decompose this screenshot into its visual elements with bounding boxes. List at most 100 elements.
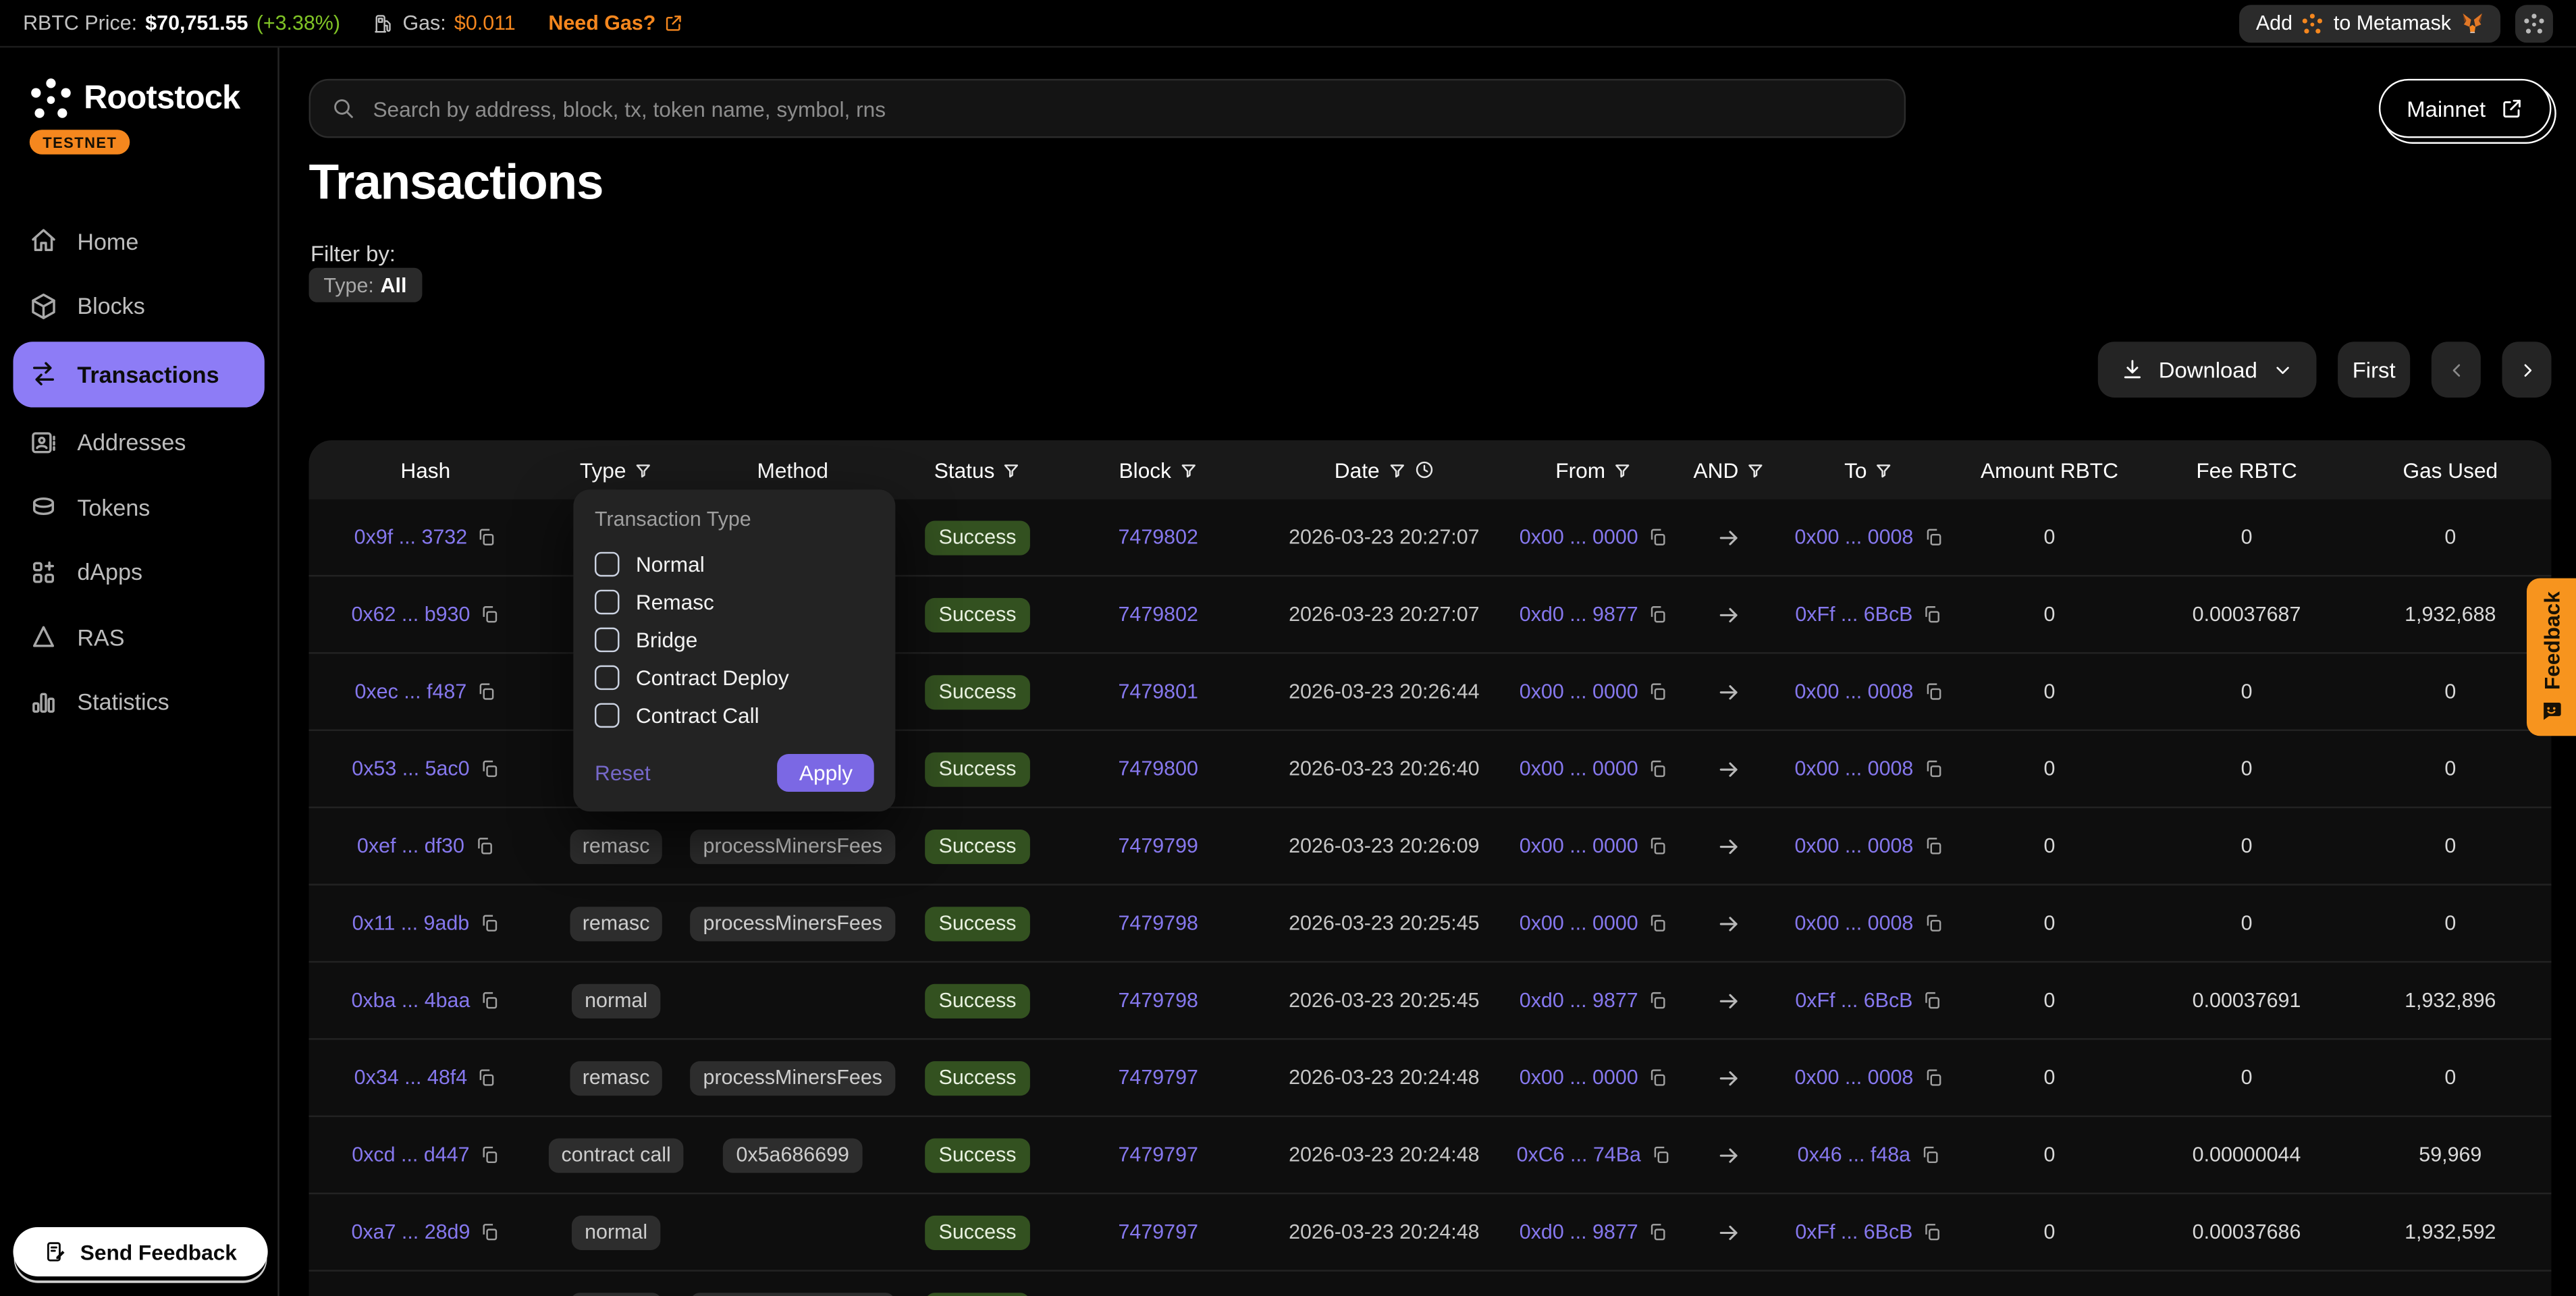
- hash-cell-link[interactable]: 0x62 ... b930: [351, 603, 470, 626]
- copy-icon[interactable]: [1648, 682, 1667, 701]
- copy-icon[interactable]: [1648, 836, 1667, 856]
- column-header-to[interactable]: To: [1783, 458, 1956, 483]
- copy-icon[interactable]: [477, 527, 497, 547]
- feedback-tab[interactable]: Feedback: [2527, 578, 2576, 736]
- copy-icon[interactable]: [1648, 605, 1667, 624]
- sidebar-item-blocks[interactable]: Blocks: [13, 276, 264, 335]
- add-to-metamask-button[interactable]: Add to Metamask: [2240, 4, 2500, 42]
- hash-cell-link[interactable]: 0xec ... f487: [355, 680, 467, 703]
- hash-cell-link[interactable]: 0x53 ... 5ac0: [352, 757, 469, 780]
- next-page-button[interactable]: [2502, 342, 2551, 398]
- send-feedback-button[interactable]: Send Feedback: [13, 1227, 267, 1276]
- reset-button[interactable]: Reset: [595, 761, 651, 786]
- checkbox-icon[interactable]: [595, 666, 620, 691]
- checkbox-icon[interactable]: [595, 703, 620, 728]
- to-cell-link[interactable]: 0x00 ... 0008: [1794, 680, 1913, 703]
- block-link[interactable]: 7479801: [1118, 680, 1198, 703]
- copy-icon[interactable]: [1923, 913, 1943, 933]
- previous-page-button[interactable]: [2432, 342, 2481, 398]
- hash-cell-link[interactable]: 0x9f ... 3732: [354, 526, 467, 549]
- block-link[interactable]: 7479797: [1118, 1143, 1198, 1166]
- column-header-type[interactable]: Type: [542, 458, 690, 483]
- copy-icon[interactable]: [1921, 1145, 1940, 1164]
- sidebar-item-addresses[interactable]: Addresses: [13, 412, 264, 472]
- search-input[interactable]: [370, 94, 1883, 122]
- sidebar-item-dapps[interactable]: dApps: [13, 542, 264, 601]
- hash-cell-link[interactable]: 0xcd ... d447: [352, 1143, 469, 1166]
- copy-icon[interactable]: [1648, 1068, 1667, 1087]
- copy-icon[interactable]: [480, 991, 500, 1010]
- sidebar-item-home[interactable]: Home: [13, 211, 264, 271]
- copy-icon[interactable]: [1648, 527, 1667, 547]
- copy-icon[interactable]: [1651, 1145, 1671, 1164]
- apply-button[interactable]: Apply: [778, 754, 874, 792]
- filter-option-contract-call[interactable]: Contract Call: [595, 697, 874, 734]
- copy-icon[interactable]: [1923, 759, 1943, 778]
- copy-icon[interactable]: [480, 605, 500, 624]
- block-link[interactable]: 7479798: [1118, 912, 1198, 935]
- block-link[interactable]: 7479798: [1118, 989, 1198, 1012]
- to-cell-link[interactable]: 0xFf ... 6BcB: [1795, 1220, 1912, 1243]
- filter-option-remasc[interactable]: Remasc: [595, 583, 874, 621]
- sidebar-item-statistics[interactable]: Statistics: [13, 672, 264, 731]
- need-gas-link[interactable]: Need Gas?: [548, 11, 683, 34]
- copy-icon[interactable]: [1923, 1222, 1942, 1242]
- from-cell-link[interactable]: 0xd0 ... 9877: [1520, 989, 1638, 1012]
- copy-icon[interactable]: [1923, 1068, 1943, 1087]
- hash-cell-link[interactable]: 0x11 ... 9adb: [352, 912, 470, 935]
- hash-cell-link[interactable]: 0xa7 ... 28d9: [351, 1220, 470, 1243]
- sidebar-item-ras[interactable]: RAS: [13, 607, 264, 666]
- copy-icon[interactable]: [477, 1068, 497, 1087]
- filter-icon[interactable]: [1388, 461, 1406, 479]
- block-link[interactable]: 7479797: [1118, 1220, 1198, 1243]
- column-header-from[interactable]: From: [1511, 458, 1675, 483]
- copy-icon[interactable]: [1648, 1222, 1667, 1242]
- copy-icon[interactable]: [1923, 991, 1942, 1010]
- copy-icon[interactable]: [477, 682, 496, 701]
- to-cell-link[interactable]: 0xFf ... 6BcB: [1795, 989, 1912, 1012]
- filter-icon[interactable]: [1613, 461, 1632, 479]
- filter-option-normal[interactable]: Normal: [595, 545, 874, 583]
- copy-icon[interactable]: [474, 836, 493, 856]
- copy-icon[interactable]: [479, 913, 499, 933]
- rootstock-wallet-button[interactable]: [2515, 4, 2553, 42]
- to-cell-link[interactable]: 0x00 ... 0008: [1794, 526, 1913, 549]
- copy-icon[interactable]: [1923, 605, 1942, 624]
- to-cell-link[interactable]: 0x00 ... 0008: [1794, 1066, 1913, 1089]
- to-cell-link[interactable]: 0x00 ... 0008: [1794, 912, 1913, 935]
- hash-cell-link[interactable]: 0x34 ... 48f4: [354, 1066, 467, 1089]
- hash-cell-link[interactable]: 0xba ... 4baa: [351, 989, 470, 1012]
- from-cell-link[interactable]: 0x00 ... 0000: [1520, 912, 1638, 935]
- copy-icon[interactable]: [1648, 991, 1667, 1010]
- filter-option-contract-deploy[interactable]: Contract Deploy: [595, 659, 874, 697]
- column-header-block[interactable]: Block: [1060, 458, 1257, 483]
- search-bar[interactable]: [309, 79, 1906, 138]
- copy-icon[interactable]: [1648, 759, 1667, 778]
- column-header-date[interactable]: Date: [1257, 458, 1511, 483]
- hash-cell-link[interactable]: 0xef ... df30: [357, 834, 464, 857]
- filter-icon[interactable]: [1179, 461, 1198, 479]
- copy-icon[interactable]: [479, 759, 499, 778]
- copy-icon[interactable]: [480, 1222, 500, 1242]
- filter-option-bridge[interactable]: Bridge: [595, 621, 874, 659]
- copy-icon[interactable]: [1923, 527, 1943, 547]
- filter-icon[interactable]: [1747, 461, 1765, 479]
- filter-icon[interactable]: [635, 461, 653, 479]
- copy-icon[interactable]: [1923, 682, 1943, 701]
- from-cell-link[interactable]: 0x00 ... 0000: [1520, 1066, 1638, 1089]
- from-cell-link[interactable]: 0xd0 ... 9877: [1520, 603, 1638, 626]
- block-link[interactable]: 7479802: [1118, 603, 1198, 626]
- column-header-status[interactable]: Status: [895, 458, 1059, 483]
- filter-icon[interactable]: [1875, 461, 1894, 479]
- from-cell-link[interactable]: 0x00 ... 0000: [1520, 680, 1638, 703]
- to-cell-link[interactable]: 0x00 ... 0008: [1794, 757, 1913, 780]
- block-link[interactable]: 7479802: [1118, 526, 1198, 549]
- first-page-button[interactable]: First: [2338, 342, 2410, 398]
- checkbox-icon[interactable]: [595, 552, 620, 577]
- from-cell-link[interactable]: 0x00 ... 0000: [1520, 526, 1638, 549]
- checkbox-icon[interactable]: [595, 628, 620, 653]
- copy-icon[interactable]: [1923, 836, 1943, 856]
- from-cell-link[interactable]: 0x00 ... 0000: [1520, 757, 1638, 780]
- from-cell-link[interactable]: 0xd0 ... 9877: [1520, 1220, 1638, 1243]
- to-cell-link[interactable]: 0xFf ... 6BcB: [1795, 603, 1912, 626]
